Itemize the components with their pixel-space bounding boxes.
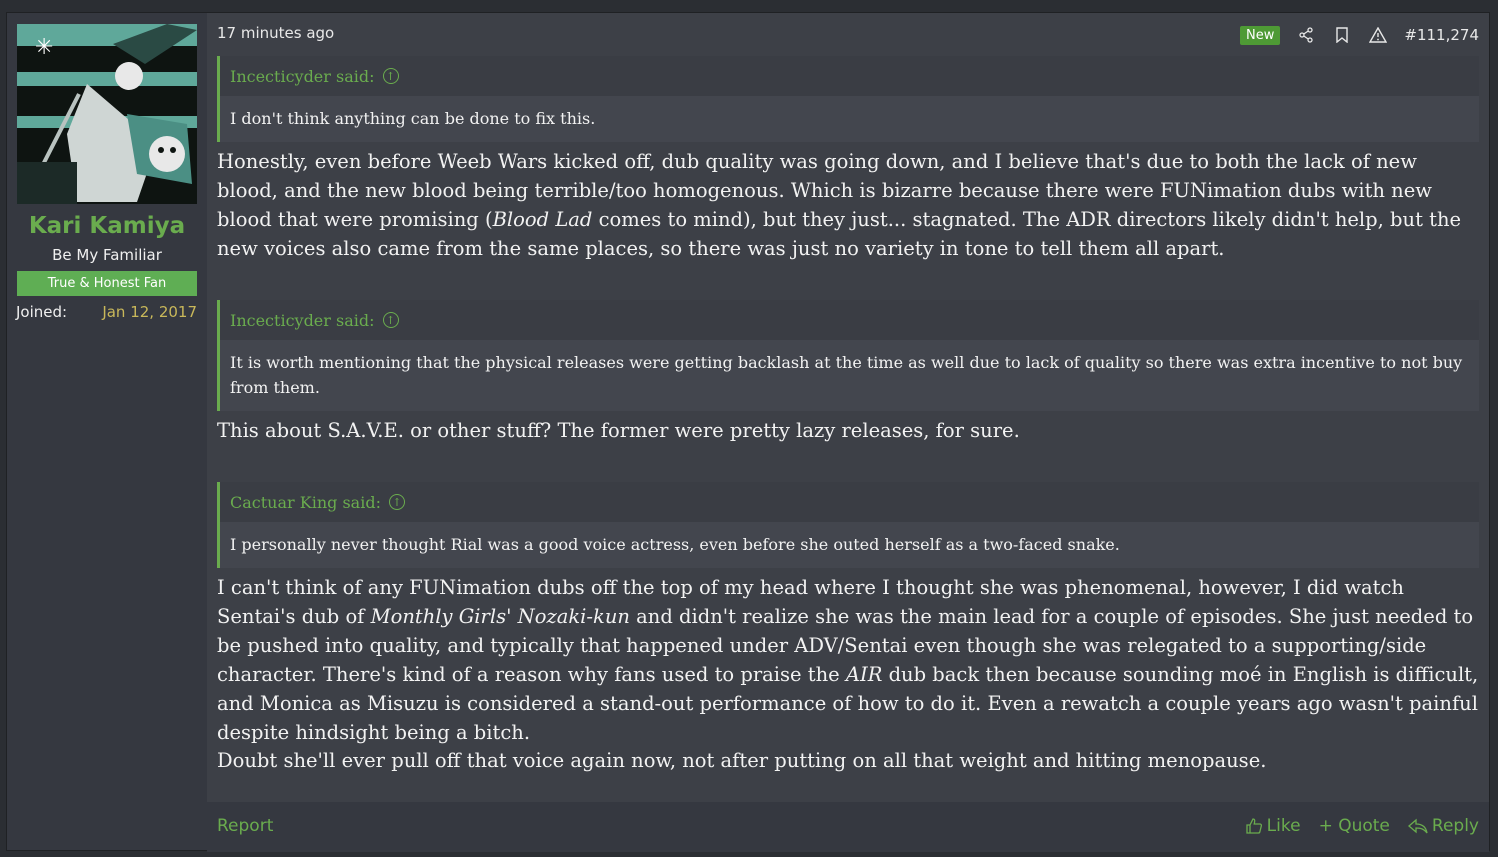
quote-author: Incecticyder said: [230,310,375,330]
post-paragraph: This about S.A.V.E. or other stuff? The … [217,419,1020,442]
forum-post: ✳ Kari Kamiya Be My Familiar True & Hone… [6,12,1490,852]
quote-label: + Quote [1318,816,1390,836]
post-header-actions: New #111,274 [1240,23,1479,47]
quote-block: Cactuar King said: ↑ I personally never … [217,482,1479,568]
quote-text: I personally never thought Rial was a go… [230,535,1120,554]
jump-up-icon[interactable]: ↑ [382,312,399,328]
user-title: Be My Familiar [52,246,162,264]
emphasis-text: Blood Lad [492,208,593,231]
quote-header[interactable]: Cactuar King said: ↑ [220,482,1479,522]
joined-date: Jan 12, 2017 [102,303,197,321]
like-button[interactable]: Like [1245,816,1301,836]
jump-up-icon[interactable]: ↑ [388,494,405,510]
quote-text: It is worth mentioning that the physical… [230,353,1463,397]
report-link[interactable]: Report [217,816,273,836]
new-badge: New [1240,25,1281,45]
like-label: Like [1266,816,1301,836]
joined-label: Joined: [16,303,68,321]
user-banner: True & Honest Fan [17,271,197,296]
thumbs-up-icon [1246,818,1262,834]
reply-label: Reply [1431,816,1479,836]
quote-button[interactable]: + Quote [1319,816,1390,836]
reply-icon [1407,818,1428,834]
avatar-image: ✳ [17,24,197,204]
svg-text:✳: ✳ [35,35,53,60]
bookmark-icon[interactable] [1332,25,1352,45]
post-paragraph: Doubt she'll ever pull off that voice ag… [217,749,1267,772]
quote-author: Incecticyder said: [230,66,375,86]
post-footer: Report Like + Quote Reply [207,802,1489,852]
reply-button[interactable]: Reply [1407,816,1479,836]
quote-header[interactable]: Incecticyder said: ↑ [220,300,1479,340]
quote-header[interactable]: Incecticyder said: ↑ [220,56,1479,96]
user-info-column: ✳ Kari Kamiya Be My Familiar True & Hone… [7,13,207,850]
jump-up-icon[interactable]: ↑ [382,68,399,84]
post-paragraph: Honestly, even before Weeb Wars kicked o… [217,147,1479,263]
share-icon[interactable] [1296,25,1316,45]
emphasis-text: AIR [845,663,883,686]
warning-icon[interactable] [1368,25,1388,45]
post-number[interactable]: #111,274 [1404,26,1479,44]
quote-author: Cactuar King said: [230,492,381,512]
quote-text: I don't think anything can be done to fi… [230,109,596,128]
post-actions: Like + Quote Reply [1245,816,1479,836]
user-avatar[interactable]: ✳ [17,24,197,204]
post-paragraph: I can't think of any FUNimation dubs off… [217,573,1479,747]
post-main: 17 minutes ago New #111,274 Incecticyder… [207,13,1489,802]
username[interactable]: Kari Kamiya [7,213,207,239]
emphasis-text: Monthly Girls' Nozaki-kun [370,605,630,628]
post-timestamp[interactable]: 17 minutes ago [217,24,334,42]
quote-block: Incecticyder said: ↑ It is worth mention… [217,300,1479,411]
quote-block: Incecticyder said: ↑ I don't think anyth… [217,56,1479,142]
